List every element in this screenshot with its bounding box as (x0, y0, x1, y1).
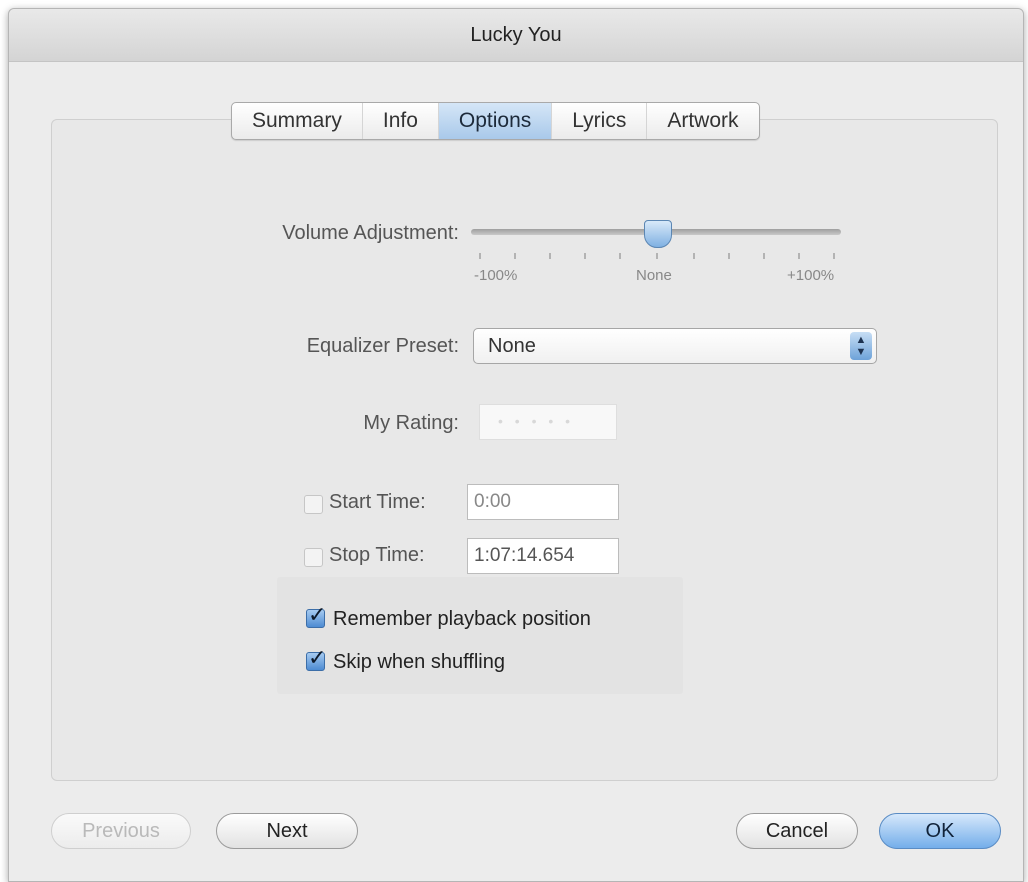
slider-tick (549, 253, 551, 259)
tab-artwork[interactable]: Artwork (647, 103, 758, 139)
tab-bar: Summary Info Options Lyrics Artwork (231, 102, 760, 140)
slider-tick (619, 253, 621, 259)
tab-options[interactable]: Options (438, 103, 553, 139)
slider-tick (833, 253, 835, 259)
slider-tick (656, 253, 658, 259)
stop-time-label: Stop Time: (329, 544, 425, 566)
remember-playback-checkbox[interactable]: ✓ (306, 602, 326, 628)
start-time-field[interactable]: 0:00 (467, 484, 619, 520)
next-button[interactable]: Next (216, 813, 358, 849)
volume-slider-thumb[interactable] (644, 220, 672, 248)
stop-time-checkbox[interactable] (304, 548, 323, 567)
checkmark-icon: ✓ (308, 602, 327, 627)
equalizer-label: Equalizer Preset: (306, 335, 459, 357)
rating-label: My Rating: (363, 412, 459, 434)
skip-shuffle-label: Skip when shuffling (333, 651, 505, 673)
volume-min-label: -100% (474, 267, 518, 284)
slider-tick (728, 253, 730, 259)
slider-tick (514, 253, 516, 259)
start-time-label: Start Time: (329, 491, 426, 513)
stop-time-field[interactable]: 1:07:14.654 (467, 538, 619, 574)
slider-tick (693, 253, 695, 259)
slider-tick (479, 253, 481, 259)
playback-options-group (277, 577, 683, 694)
slider-tick (798, 253, 800, 259)
checkmark-icon: ✓ (308, 645, 327, 670)
equalizer-preset-select[interactable]: None ▲ ▼ (473, 328, 877, 364)
volume-label: Volume Adjustment: (282, 222, 459, 244)
ok-button[interactable]: OK (879, 813, 1001, 849)
tab-summary[interactable]: Summary (232, 103, 363, 139)
select-arrows-icon: ▲ ▼ (850, 332, 872, 360)
rating-field[interactable]: • • • • • (479, 404, 617, 440)
equalizer-selected-value: None (488, 335, 536, 357)
skip-shuffle-checkbox[interactable]: ✓ (306, 645, 326, 671)
start-time-checkbox[interactable] (304, 495, 323, 514)
slider-tick (763, 253, 765, 259)
volume-mid-label: None (636, 267, 672, 284)
cancel-button[interactable]: Cancel (736, 813, 858, 849)
window-title: Lucky You (9, 9, 1023, 62)
previous-button[interactable]: Previous (51, 813, 191, 849)
remember-playback-label: Remember playback position (333, 608, 591, 630)
slider-tick (584, 253, 586, 259)
tab-info[interactable]: Info (363, 103, 439, 139)
volume-max-label: +100% (787, 267, 835, 284)
dialog-content: Summary Info Options Lyrics Artwork Volu… (9, 62, 1023, 881)
info-dialog-window: Lucky You Summary Info Options Lyrics Ar… (8, 8, 1024, 882)
tab-lyrics[interactable]: Lyrics (552, 103, 648, 139)
rating-dots: • • • • • (498, 413, 575, 429)
